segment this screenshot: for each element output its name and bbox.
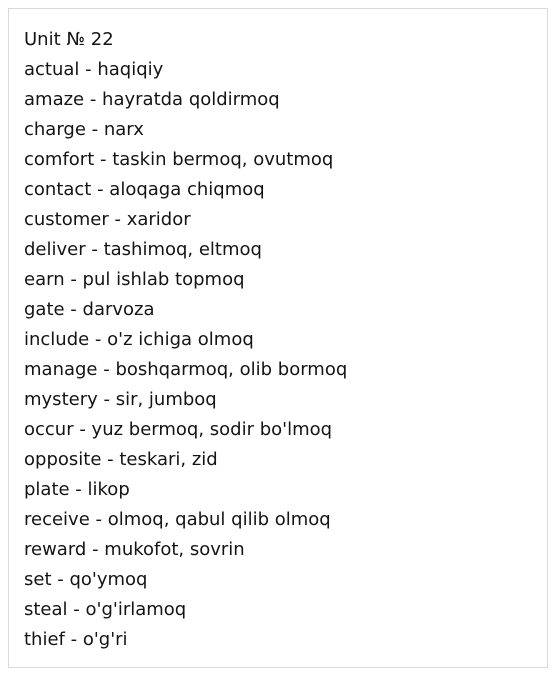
vocab-entry: comfort - taskin bermoq, ovutmoq xyxy=(24,149,334,170)
vocab-entry: gate - darvoza xyxy=(24,299,155,320)
vocab-entry: opposite - teskari, zid xyxy=(24,449,218,470)
vocab-entry: earn - pul ishlab topmoq xyxy=(24,269,245,290)
vocab-entry: receive - olmoq, qabul qilib olmoq xyxy=(24,509,331,530)
vocab-entry: occur - yuz bermoq, sodir bo'lmoq xyxy=(24,419,333,440)
vocab-entry: mystery - sir, jumboq xyxy=(24,389,217,410)
vocab-entry: actual - haqiqiy xyxy=(24,59,164,80)
vocab-entry: charge - narx xyxy=(24,119,144,140)
vocab-entry: plate - likop xyxy=(24,479,130,500)
vocab-entry: deliver - tashimoq, eltmoq xyxy=(24,239,262,260)
vocab-entry: contact - aloqaga chiqmoq xyxy=(24,179,265,200)
vocab-entry: customer - xaridor xyxy=(24,209,191,230)
unit-title: Unit № 22 xyxy=(24,29,114,50)
vocab-entry: steal - o'g'irlamoq xyxy=(24,599,187,620)
vocab-entry: amaze - hayratda qoldirmoq xyxy=(24,89,280,110)
vocabulary-card: Unit № 22 actual - haqiqiy amaze - hayra… xyxy=(8,8,548,668)
vocab-entry: set - qo'ymoq xyxy=(24,569,148,590)
vocab-entry: manage - boshqarmoq, olib bormoq xyxy=(24,359,348,380)
vocab-entry: thief - o'g'ri xyxy=(24,629,128,650)
vocab-entry: include - o'z ichiga olmoq xyxy=(24,329,254,350)
vocabulary-list: Unit № 22 actual - haqiqiy amaze - hayra… xyxy=(24,25,539,655)
vocab-entry: reward - mukofot, sovrin xyxy=(24,539,245,560)
